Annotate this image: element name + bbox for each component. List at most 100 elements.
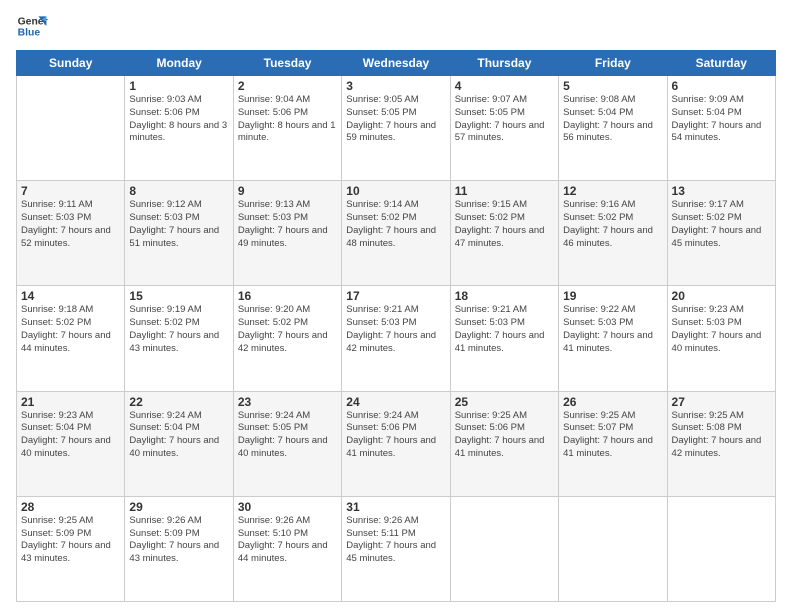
day-info: Sunrise: 9:17 AM Sunset: 5:02 PM Dayligh… bbox=[672, 199, 771, 250]
calendar-cell: 8Sunrise: 9:12 AM Sunset: 5:03 PM Daylig… bbox=[125, 181, 233, 286]
day-number: 5 bbox=[563, 79, 662, 93]
calendar-cell: 20Sunrise: 9:23 AM Sunset: 5:03 PM Dayli… bbox=[667, 286, 775, 391]
day-number: 26 bbox=[563, 395, 662, 409]
calendar-cell bbox=[450, 496, 558, 601]
day-info: Sunrise: 9:05 AM Sunset: 5:05 PM Dayligh… bbox=[346, 94, 445, 145]
svg-text:Blue: Blue bbox=[18, 28, 41, 39]
calendar-cell: 11Sunrise: 9:15 AM Sunset: 5:02 PM Dayli… bbox=[450, 181, 558, 286]
day-info: Sunrise: 9:25 AM Sunset: 5:07 PM Dayligh… bbox=[563, 410, 662, 461]
day-number: 2 bbox=[238, 79, 337, 93]
calendar-cell: 9Sunrise: 9:13 AM Sunset: 5:03 PM Daylig… bbox=[233, 181, 341, 286]
day-info: Sunrise: 9:26 AM Sunset: 5:11 PM Dayligh… bbox=[346, 515, 445, 566]
weekday-header-wednesday: Wednesday bbox=[342, 51, 450, 76]
calendar-cell: 16Sunrise: 9:20 AM Sunset: 5:02 PM Dayli… bbox=[233, 286, 341, 391]
calendar-cell: 22Sunrise: 9:24 AM Sunset: 5:04 PM Dayli… bbox=[125, 391, 233, 496]
week-row-1: 1Sunrise: 9:03 AM Sunset: 5:06 PM Daylig… bbox=[17, 76, 776, 181]
calendar-cell bbox=[17, 76, 125, 181]
page: General Blue SundayMondayTuesdayWednesda… bbox=[0, 0, 792, 612]
weekday-header-friday: Friday bbox=[559, 51, 667, 76]
weekday-header-monday: Monday bbox=[125, 51, 233, 76]
calendar-cell: 10Sunrise: 9:14 AM Sunset: 5:02 PM Dayli… bbox=[342, 181, 450, 286]
day-number: 18 bbox=[455, 289, 554, 303]
calendar-cell: 18Sunrise: 9:21 AM Sunset: 5:03 PM Dayli… bbox=[450, 286, 558, 391]
day-info: Sunrise: 9:12 AM Sunset: 5:03 PM Dayligh… bbox=[129, 199, 228, 250]
day-info: Sunrise: 9:21 AM Sunset: 5:03 PM Dayligh… bbox=[346, 304, 445, 355]
day-number: 22 bbox=[129, 395, 228, 409]
day-info: Sunrise: 9:20 AM Sunset: 5:02 PM Dayligh… bbox=[238, 304, 337, 355]
day-info: Sunrise: 9:11 AM Sunset: 5:03 PM Dayligh… bbox=[21, 199, 120, 250]
day-info: Sunrise: 9:26 AM Sunset: 5:10 PM Dayligh… bbox=[238, 515, 337, 566]
day-info: Sunrise: 9:16 AM Sunset: 5:02 PM Dayligh… bbox=[563, 199, 662, 250]
day-info: Sunrise: 9:09 AM Sunset: 5:04 PM Dayligh… bbox=[672, 94, 771, 145]
day-number: 10 bbox=[346, 184, 445, 198]
day-info: Sunrise: 9:04 AM Sunset: 5:06 PM Dayligh… bbox=[238, 94, 337, 145]
day-number: 25 bbox=[455, 395, 554, 409]
day-number: 23 bbox=[238, 395, 337, 409]
weekday-header-saturday: Saturday bbox=[667, 51, 775, 76]
calendar-cell: 25Sunrise: 9:25 AM Sunset: 5:06 PM Dayli… bbox=[450, 391, 558, 496]
week-row-3: 14Sunrise: 9:18 AM Sunset: 5:02 PM Dayli… bbox=[17, 286, 776, 391]
day-number: 3 bbox=[346, 79, 445, 93]
day-info: Sunrise: 9:13 AM Sunset: 5:03 PM Dayligh… bbox=[238, 199, 337, 250]
calendar-cell: 27Sunrise: 9:25 AM Sunset: 5:08 PM Dayli… bbox=[667, 391, 775, 496]
day-info: Sunrise: 9:23 AM Sunset: 5:03 PM Dayligh… bbox=[672, 304, 771, 355]
weekday-header-sunday: Sunday bbox=[17, 51, 125, 76]
day-number: 20 bbox=[672, 289, 771, 303]
calendar-cell: 5Sunrise: 9:08 AM Sunset: 5:04 PM Daylig… bbox=[559, 76, 667, 181]
calendar-cell: 14Sunrise: 9:18 AM Sunset: 5:02 PM Dayli… bbox=[17, 286, 125, 391]
calendar-cell: 3Sunrise: 9:05 AM Sunset: 5:05 PM Daylig… bbox=[342, 76, 450, 181]
day-info: Sunrise: 9:24 AM Sunset: 5:06 PM Dayligh… bbox=[346, 410, 445, 461]
calendar-cell: 23Sunrise: 9:24 AM Sunset: 5:05 PM Dayli… bbox=[233, 391, 341, 496]
day-number: 30 bbox=[238, 500, 337, 514]
weekday-header-tuesday: Tuesday bbox=[233, 51, 341, 76]
day-number: 16 bbox=[238, 289, 337, 303]
calendar-cell: 1Sunrise: 9:03 AM Sunset: 5:06 PM Daylig… bbox=[125, 76, 233, 181]
calendar-cell: 21Sunrise: 9:23 AM Sunset: 5:04 PM Dayli… bbox=[17, 391, 125, 496]
day-number: 21 bbox=[21, 395, 120, 409]
day-info: Sunrise: 9:03 AM Sunset: 5:06 PM Dayligh… bbox=[129, 94, 228, 145]
day-number: 11 bbox=[455, 184, 554, 198]
day-info: Sunrise: 9:22 AM Sunset: 5:03 PM Dayligh… bbox=[563, 304, 662, 355]
week-row-2: 7Sunrise: 9:11 AM Sunset: 5:03 PM Daylig… bbox=[17, 181, 776, 286]
calendar-cell bbox=[559, 496, 667, 601]
day-info: Sunrise: 9:19 AM Sunset: 5:02 PM Dayligh… bbox=[129, 304, 228, 355]
day-info: Sunrise: 9:23 AM Sunset: 5:04 PM Dayligh… bbox=[21, 410, 120, 461]
logo: General Blue bbox=[16, 10, 48, 42]
day-info: Sunrise: 9:18 AM Sunset: 5:02 PM Dayligh… bbox=[21, 304, 120, 355]
day-number: 29 bbox=[129, 500, 228, 514]
day-info: Sunrise: 9:08 AM Sunset: 5:04 PM Dayligh… bbox=[563, 94, 662, 145]
calendar-cell: 31Sunrise: 9:26 AM Sunset: 5:11 PM Dayli… bbox=[342, 496, 450, 601]
calendar-cell: 30Sunrise: 9:26 AM Sunset: 5:10 PM Dayli… bbox=[233, 496, 341, 601]
calendar-cell: 26Sunrise: 9:25 AM Sunset: 5:07 PM Dayli… bbox=[559, 391, 667, 496]
week-row-4: 21Sunrise: 9:23 AM Sunset: 5:04 PM Dayli… bbox=[17, 391, 776, 496]
day-number: 6 bbox=[672, 79, 771, 93]
day-number: 4 bbox=[455, 79, 554, 93]
day-number: 1 bbox=[129, 79, 228, 93]
calendar-cell: 4Sunrise: 9:07 AM Sunset: 5:05 PM Daylig… bbox=[450, 76, 558, 181]
calendar-cell: 28Sunrise: 9:25 AM Sunset: 5:09 PM Dayli… bbox=[17, 496, 125, 601]
day-number: 27 bbox=[672, 395, 771, 409]
week-row-5: 28Sunrise: 9:25 AM Sunset: 5:09 PM Dayli… bbox=[17, 496, 776, 601]
calendar-cell bbox=[667, 496, 775, 601]
header: General Blue bbox=[16, 10, 776, 42]
day-info: Sunrise: 9:21 AM Sunset: 5:03 PM Dayligh… bbox=[455, 304, 554, 355]
day-number: 9 bbox=[238, 184, 337, 198]
calendar-cell: 29Sunrise: 9:26 AM Sunset: 5:09 PM Dayli… bbox=[125, 496, 233, 601]
day-number: 14 bbox=[21, 289, 120, 303]
day-number: 17 bbox=[346, 289, 445, 303]
calendar-cell: 13Sunrise: 9:17 AM Sunset: 5:02 PM Dayli… bbox=[667, 181, 775, 286]
day-number: 12 bbox=[563, 184, 662, 198]
day-info: Sunrise: 9:25 AM Sunset: 5:08 PM Dayligh… bbox=[672, 410, 771, 461]
weekday-header-row: SundayMondayTuesdayWednesdayThursdayFrid… bbox=[17, 51, 776, 76]
day-number: 31 bbox=[346, 500, 445, 514]
logo-icon: General Blue bbox=[16, 10, 48, 42]
calendar-cell: 12Sunrise: 9:16 AM Sunset: 5:02 PM Dayli… bbox=[559, 181, 667, 286]
calendar-cell: 19Sunrise: 9:22 AM Sunset: 5:03 PM Dayli… bbox=[559, 286, 667, 391]
calendar-cell: 24Sunrise: 9:24 AM Sunset: 5:06 PM Dayli… bbox=[342, 391, 450, 496]
calendar-cell: 2Sunrise: 9:04 AM Sunset: 5:06 PM Daylig… bbox=[233, 76, 341, 181]
calendar-cell: 7Sunrise: 9:11 AM Sunset: 5:03 PM Daylig… bbox=[17, 181, 125, 286]
calendar-cell: 15Sunrise: 9:19 AM Sunset: 5:02 PM Dayli… bbox=[125, 286, 233, 391]
day-info: Sunrise: 9:24 AM Sunset: 5:05 PM Dayligh… bbox=[238, 410, 337, 461]
day-info: Sunrise: 9:15 AM Sunset: 5:02 PM Dayligh… bbox=[455, 199, 554, 250]
day-info: Sunrise: 9:25 AM Sunset: 5:06 PM Dayligh… bbox=[455, 410, 554, 461]
